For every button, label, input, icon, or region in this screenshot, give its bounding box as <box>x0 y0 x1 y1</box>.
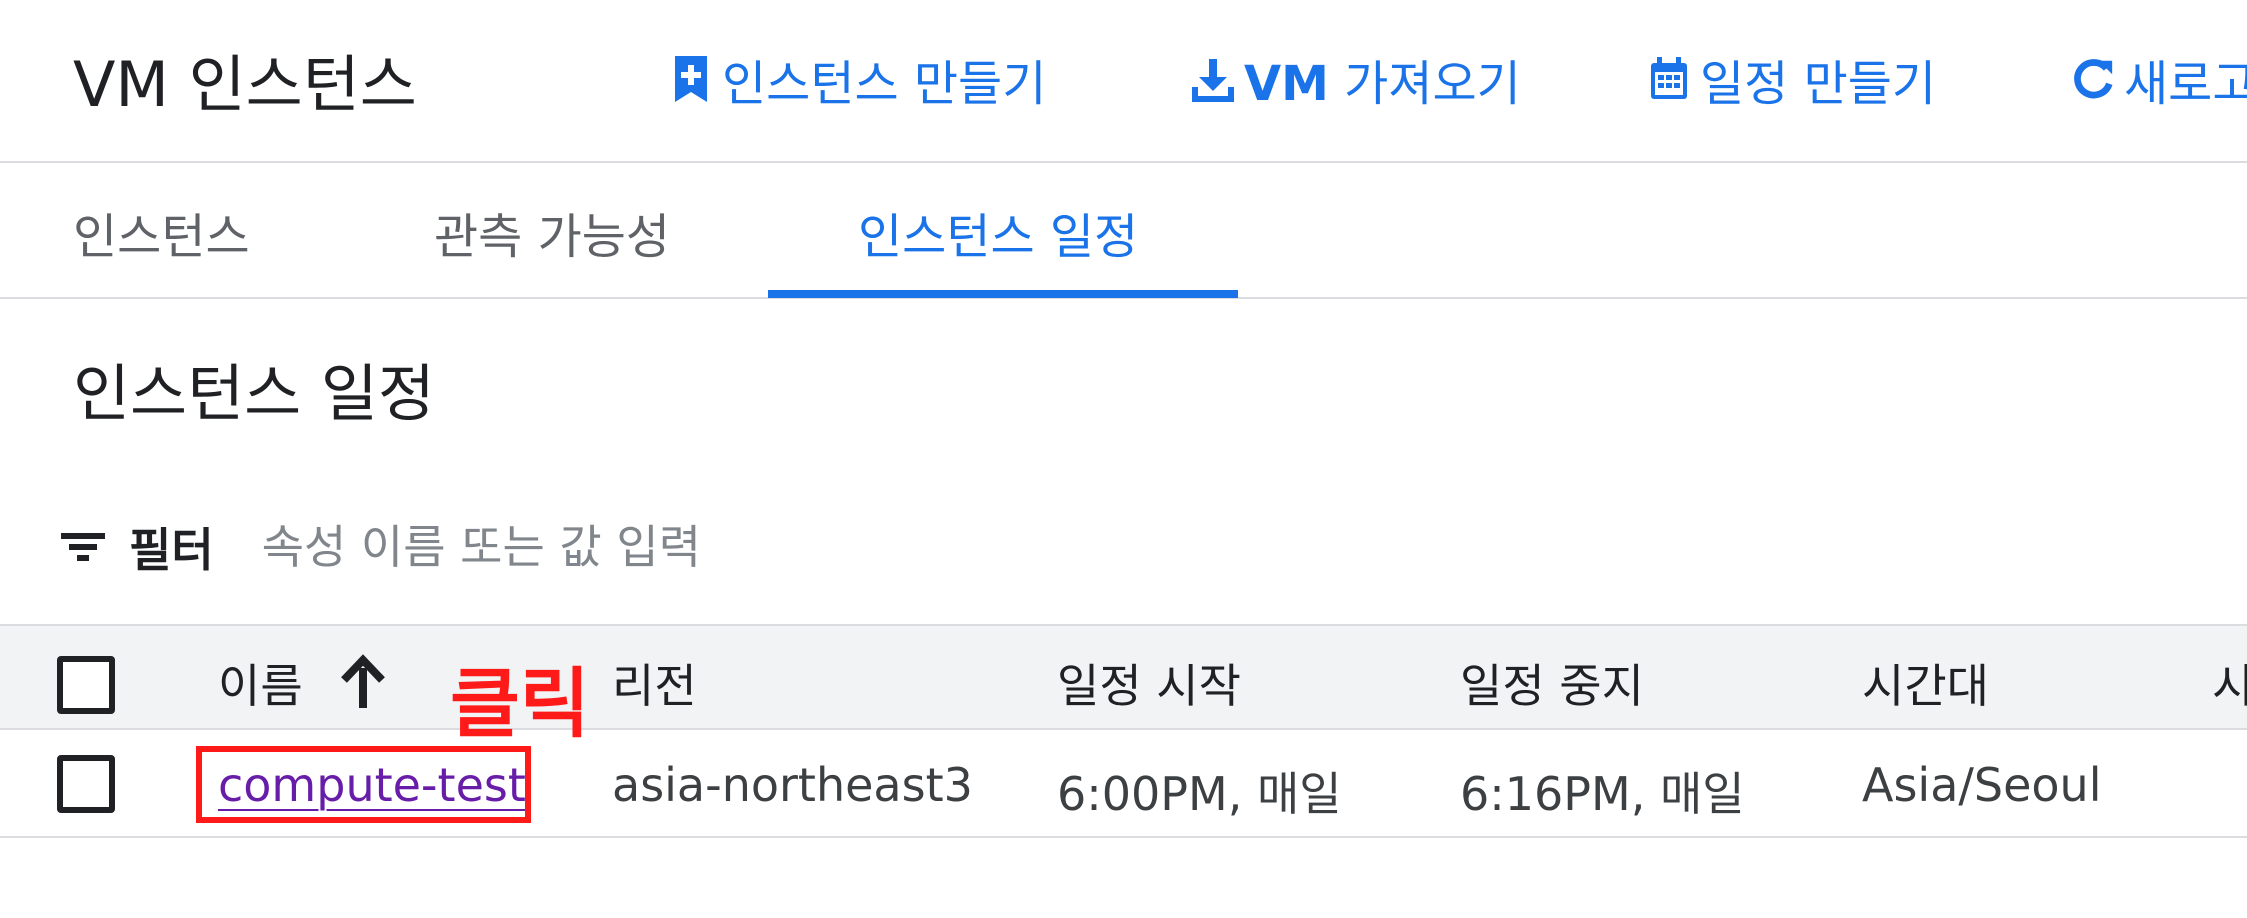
select-all-checkbox[interactable] <box>57 656 115 714</box>
row-checkbox[interactable] <box>57 755 115 813</box>
page-header: VM 인스턴스 인스턴스 만들기 VM 가져오기 일정 만들기 새로고 <box>0 0 2247 163</box>
page-title: VM 인스턴스 <box>73 48 417 121</box>
create-instance-button[interactable]: 인스턴스 만들기 <box>668 44 1046 114</box>
column-header-name[interactable]: 이름 <box>218 650 303 716</box>
active-tab-indicator <box>768 290 1238 298</box>
refresh-label: 새로고 <box>2124 56 2247 112</box>
download-icon <box>1190 52 1236 106</box>
annotation-click-label: 클릭 <box>450 659 590 748</box>
column-header-truncated[interactable]: 시 <box>2212 650 2247 716</box>
schedule-name-cell: compute-test <box>218 758 526 812</box>
tab-instances[interactable]: 인스턴스 <box>73 197 250 267</box>
table-header-row: 이름 리전 일정 시작 일정 중지 시간대 시 <box>0 624 2247 730</box>
timezone-cell: Asia/Seoul <box>1862 758 2102 812</box>
filter-icon[interactable] <box>55 519 111 575</box>
refresh-button[interactable]: 새로고 <box>2070 44 2247 114</box>
create-schedule-button[interactable]: 일정 만들기 <box>1646 44 1936 114</box>
tab-instance-schedules[interactable]: 인스턴스 일정 <box>858 197 1138 267</box>
column-header-region[interactable]: 리전 <box>612 650 697 716</box>
schedules-table: 이름 리전 일정 시작 일정 중지 시간대 시 compute-test asi… <box>0 624 2247 838</box>
filter-label: 필터 <box>129 523 214 577</box>
create-instance-label: 인스턴스 만들기 <box>722 56 1047 112</box>
column-header-timezone[interactable]: 시간대 <box>1862 650 1989 716</box>
import-vm-button[interactable]: VM 가져오기 <box>1190 44 1521 114</box>
region-cell: asia-northeast3 <box>612 758 973 812</box>
import-vm-label: 가져오기 <box>1328 56 1521 112</box>
filter-input[interactable] <box>261 520 1162 574</box>
section-title: 인스턴스 일정 <box>73 357 435 430</box>
schedule-name-link[interactable]: compute-test <box>218 758 526 812</box>
schedule-stop-cell: 6:16PM, 매일 <box>1460 767 1745 821</box>
import-vm-label-bold: VM <box>1244 56 1329 112</box>
column-header-schedule-stop[interactable]: 일정 중지 <box>1460 650 1644 716</box>
create-schedule-label: 일정 만들기 <box>1700 56 1937 112</box>
sort-ascending-icon[interactable] <box>338 654 388 710</box>
table-row: compute-test asia-northeast3 6:00PM, 매일 … <box>0 730 2247 838</box>
schedule-start-cell: 6:00PM, 매일 <box>1057 767 1342 821</box>
filter-bar: 필터 <box>55 515 2247 579</box>
calendar-icon <box>1646 52 1692 106</box>
add-box-icon <box>668 52 714 106</box>
refresh-icon <box>2070 52 2116 106</box>
tab-observability[interactable]: 관측 가능성 <box>434 197 670 267</box>
vm-instances-page: VM 인스턴스 인스턴스 만들기 VM 가져오기 일정 만들기 새로고 인스턴스… <box>0 0 2247 918</box>
column-header-schedule-start[interactable]: 일정 시작 <box>1057 650 1241 716</box>
tab-bar: 인스턴스 관측 가능성 인스턴스 일정 <box>0 163 2247 299</box>
